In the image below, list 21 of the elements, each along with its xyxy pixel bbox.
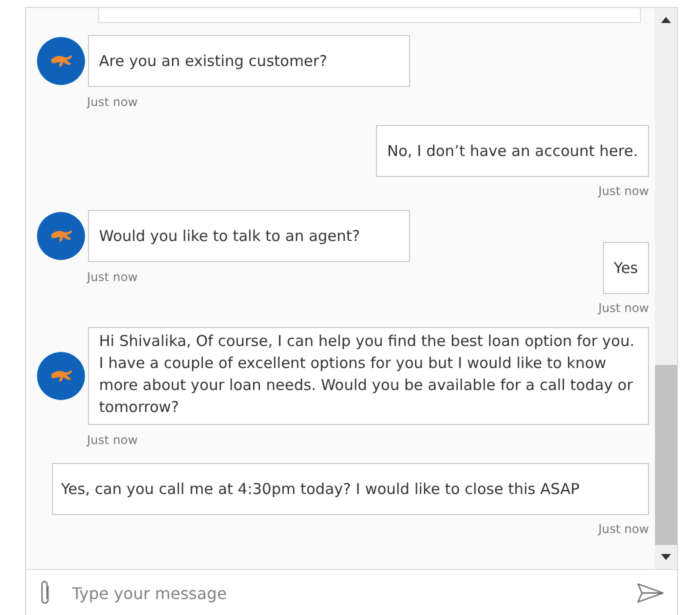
message-time: Just now (598, 522, 649, 536)
scrollbar[interactable] (655, 8, 677, 569)
bot-message: Would you like to talk to an agent? (88, 210, 410, 262)
bot-avatar-icon (36, 211, 86, 261)
message-input[interactable]: Type your message (70, 582, 619, 604)
bot-avatar-icon (36, 36, 86, 86)
bot-message: Hi Shivalika, Of course, I can help you find the best loan option for you. I have a couple of excellent options for you but I would like to know more about your loan needs. Would you be available for a call today or tomorrow? (88, 327, 649, 425)
bot-message: Are you an existing customer? (88, 35, 410, 87)
scroll-down-icon[interactable] (661, 553, 671, 561)
user-message: Yes (602, 242, 649, 294)
user-message: Yes, can you call me at 4:30pm today? I would like to close this ASAP (52, 463, 649, 515)
message-time: Just now (598, 184, 649, 198)
user-message: No, I don’t have an account here. (376, 125, 649, 177)
scrollbar-thumb[interactable] (655, 365, 677, 545)
bot-avatar-icon (36, 351, 86, 401)
message-time: Just now (87, 95, 139, 109)
message-time: Just now (598, 301, 649, 315)
message-time: Just now (87, 433, 139, 447)
scroll-up-icon[interactable] (661, 16, 671, 24)
message-time: Just now (87, 270, 139, 284)
send-button[interactable] (637, 582, 665, 604)
